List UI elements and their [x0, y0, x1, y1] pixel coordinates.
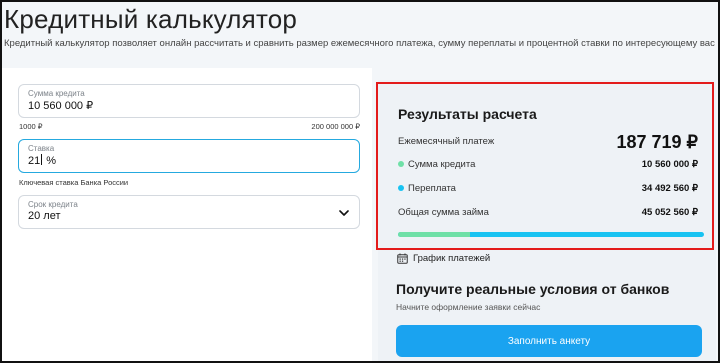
results-box: Результаты расчета Ежемесячный платеж 18… — [376, 82, 714, 250]
loan-amount-legend: Сумма кредита — [398, 159, 475, 170]
rate-label: Ставка — [28, 144, 55, 153]
total-value: 45 052 560 ₽ — [641, 207, 698, 218]
loan-amount-result-value: 10 560 000 ₽ — [641, 159, 698, 170]
payment-schedule-link[interactable]: График платежей — [397, 253, 490, 264]
loan-amount-label: Сумма кредита — [28, 89, 85, 98]
loan-amount-max: 200 000 000 ₽ — [311, 122, 360, 131]
calendar-icon — [397, 253, 408, 264]
chevron-down-icon — [339, 210, 349, 216]
total-label: Общая сумма займа — [398, 207, 489, 218]
page-description: Кредитный калькулятор позволяет онлайн р… — [4, 38, 720, 49]
payment-schedule-label: График платежей — [413, 253, 491, 264]
page-title: Кредитный калькулятор — [4, 4, 298, 34]
term-value: 20 лет — [28, 210, 61, 222]
overpayment-dot-icon — [398, 185, 404, 191]
calculator-form: Сумма кредита 10 560 000 ₽ 1000 ₽ 200 00… — [0, 68, 372, 363]
rate-unit: % — [43, 155, 57, 167]
monthly-payment-label: Ежемесячный платеж — [398, 136, 495, 147]
rate-field[interactable]: Ставка 21 % — [18, 139, 360, 173]
overpayment-value: 34 492 560 ₽ — [641, 183, 698, 194]
cta-subtitle: Начните оформление заявки сейчас — [396, 302, 541, 312]
loan-amount-field[interactable]: Сумма кредита 10 560 000 ₽ — [18, 84, 360, 118]
rate-value: 21 — [28, 155, 41, 167]
term-label: Срок кредита — [28, 200, 78, 209]
loan-share-fill — [398, 232, 470, 237]
loan-amount-dot-icon — [398, 161, 404, 167]
overpayment-legend: Переплата — [398, 183, 456, 194]
overpayment-label: Переплата — [408, 183, 456, 194]
cta-title: Получите реальные условия от банков — [396, 281, 670, 297]
rate-hint-link[interactable]: Ключевая ставка Банка России — [19, 178, 128, 187]
loan-amount-input[interactable]: 10 560 000 ₽ — [28, 99, 93, 112]
payment-structure-bar — [398, 232, 704, 237]
term-select[interactable]: Срок кредита 20 лет — [18, 195, 360, 229]
loan-amount-result-label: Сумма кредита — [408, 159, 476, 170]
fill-application-button[interactable]: Заполнить анкету — [396, 325, 702, 357]
rate-input[interactable]: 21 % — [28, 154, 56, 167]
loan-amount-min: 1000 ₽ — [19, 122, 43, 131]
monthly-payment-value: 187 719 ₽ — [616, 132, 698, 152]
results-title: Результаты расчета — [398, 106, 537, 122]
